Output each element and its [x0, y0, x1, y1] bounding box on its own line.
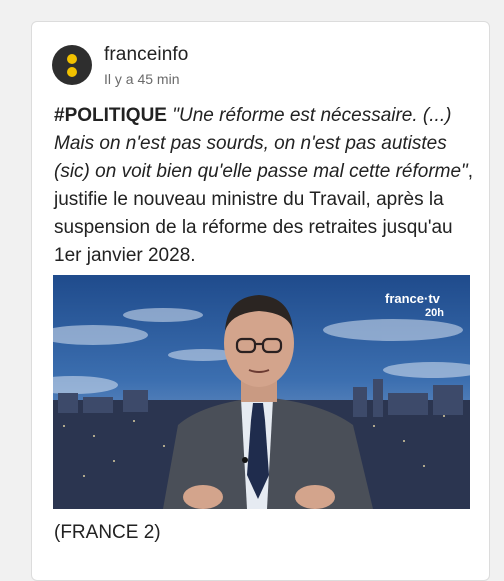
franceinfo-logo-avatar[interactable] [52, 45, 92, 85]
media-caption: (FRANCE 2) [54, 522, 161, 543]
post-card[interactable]: franceinfo Il y a 45 min #POLITIQUE "Une… [31, 21, 490, 581]
hashtag[interactable]: #POLITIQUE [54, 105, 167, 126]
post-video-thumbnail[interactable]: france·tv 20h [53, 275, 470, 509]
source-name[interactable]: franceinfo [104, 44, 188, 66]
show-label: 20h [425, 307, 444, 319]
logo-dot [67, 67, 77, 77]
channel-logo: france·tv [385, 291, 441, 306]
logo-dot [67, 54, 77, 64]
post-timestamp: Il y a 45 min [104, 71, 180, 87]
post-text: #POLITIQUE "Une réforme est nécessaire. … [54, 102, 479, 270]
